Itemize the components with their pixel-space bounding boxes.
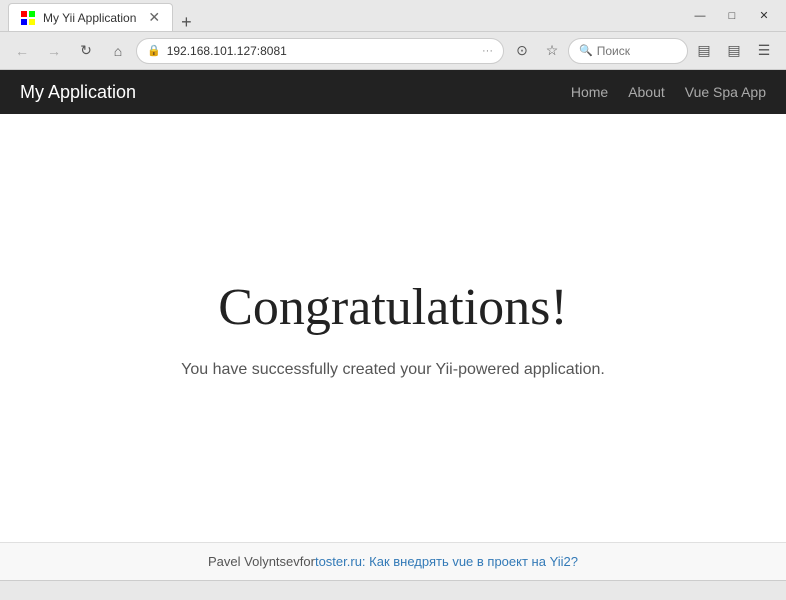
reader-button[interactable]: ▤ [690,37,718,65]
tab-bar: My Yii Application ✕ + [8,0,686,31]
main-content: Congratulations! You have successfully c… [0,114,786,542]
sidebar-button[interactable]: ▤ [720,37,748,65]
browser-window: My Yii Application ✕ + — □ ✕ ← → ↻ ⌂ 🔒 1… [0,0,786,600]
congratulations-subtitle: You have successfully created your Yii-p… [181,361,605,379]
tab-title: My Yii Application [43,11,136,25]
close-button[interactable]: ✕ [750,5,778,27]
tab-close-button[interactable]: ✕ [148,9,160,26]
search-icon: 🔍 [579,44,593,57]
window-controls: — □ ✕ [686,5,778,27]
webpage: My Application Home About Vue Spa App Co… [0,70,786,580]
nav-links: Home About Vue Spa App [571,84,766,100]
browser-toolbar: ← → ↻ ⌂ 🔒 192.168.101.127:8081 ··· ⊙ ☆ 🔍… [0,32,786,70]
active-tab[interactable]: My Yii Application ✕ [8,3,173,31]
search-input[interactable] [597,44,677,58]
maximize-button[interactable]: □ [718,5,746,27]
footer-link[interactable]: toster.ru: Как внедрять vue в проект на … [315,554,578,569]
minimize-button[interactable]: — [686,5,714,27]
more-icon: ··· [482,45,493,57]
new-tab-button[interactable]: + [173,13,200,31]
secure-icon: 🔒 [147,44,161,57]
congratulations-title: Congratulations! [218,278,568,337]
menu-button[interactable]: ☰ [750,37,778,65]
title-bar: My Yii Application ✕ + — □ ✕ [0,0,786,32]
app-navbar: My Application Home About Vue Spa App [0,70,786,114]
footer-connector: for [300,554,315,569]
pocket-button[interactable]: ⊙ [508,37,536,65]
footer-author: Pavel Volyntsev [208,554,300,569]
home-button[interactable]: ⌂ [104,37,132,65]
reload-button[interactable]: ↻ [72,37,100,65]
status-bar [0,580,786,600]
app-brand: My Application [20,82,136,103]
search-box[interactable]: 🔍 [568,38,688,64]
url-text: 192.168.101.127:8081 [167,44,476,58]
toolbar-right: ⊙ ☆ 🔍 ▤ ▤ ☰ [508,37,778,65]
forward-button[interactable]: → [40,37,68,65]
webpage-footer: Pavel Volyntsev for toster.ru: Как внедр… [0,542,786,580]
nav-home[interactable]: Home [571,84,608,100]
back-button[interactable]: ← [8,37,36,65]
nav-about[interactable]: About [628,84,665,100]
address-bar[interactable]: 🔒 192.168.101.127:8081 ··· [136,38,504,64]
bookmark-button[interactable]: ☆ [538,37,566,65]
tab-favicon [21,11,35,25]
nav-vue-spa[interactable]: Vue Spa App [685,84,766,100]
